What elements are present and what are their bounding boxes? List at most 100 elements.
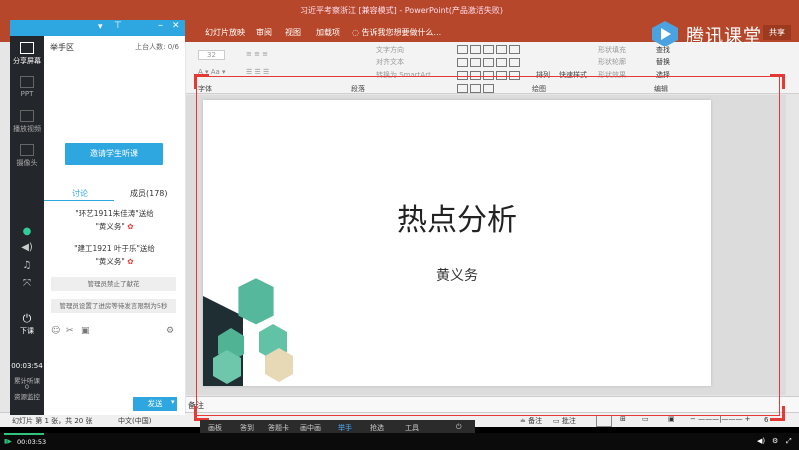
status-notes-label: 备注 <box>528 417 543 425</box>
class-tools-bar: 画板 答到 答题卡 画中画 举手 抢选 工具 ⏻ <box>200 420 475 434</box>
gift-message: "黄义务" ✿ <box>44 256 185 267</box>
share-screen-label: 分享屏幕 <box>13 57 41 65</box>
send-options-chevron-icon[interactable]: ▾ <box>171 398 175 406</box>
mic-icon[interactable]: ● <box>10 226 44 237</box>
power-icon[interactable]: ⏻ <box>456 423 462 432</box>
ppt-button[interactable]: PPT <box>10 76 44 98</box>
frame-corner-bl[interactable] <box>194 406 209 421</box>
window-title: 习近平考察浙江 [兼容模式] - PowerPoint(产品激活失败) <box>300 6 504 15</box>
status-comments-label: 批注 <box>561 417 576 425</box>
slideshow-view-icon[interactable]: ▣ <box>668 415 675 423</box>
tab-members[interactable]: 成员(178) <box>130 188 168 199</box>
camera-icon <box>20 144 34 156</box>
play-icon[interactable]: ▮▶ <box>4 438 12 445</box>
tool-pip[interactable]: 画中画 <box>300 423 321 433</box>
tool-pick[interactable]: 抢选 <box>370 423 384 433</box>
power-off-icon: ⏻ <box>22 312 32 325</box>
expand-icon[interactable]: ⤧ <box>10 278 44 289</box>
logo-play-icon <box>652 21 678 46</box>
close-icon[interactable]: ✕ <box>172 21 180 31</box>
tool-checkin[interactable]: 答到 <box>240 423 254 433</box>
panel-top-bar: ▾ ⊤ – ✕ <box>10 20 185 36</box>
message-line: "建工1921 叶于乐"送给 <box>74 244 155 253</box>
sorter-view-icon[interactable]: ⊞ <box>620 415 626 423</box>
normal-view-icon[interactable] <box>596 415 612 427</box>
message-line: "黄义务" <box>95 257 125 266</box>
invite-students-button[interactable]: 邀请学生听课 <box>65 143 163 165</box>
tell-me-search[interactable]: ◌ 告诉我您想要做什么... <box>352 27 441 38</box>
font-size-select[interactable]: 32 <box>198 50 225 60</box>
emoji-icon[interactable]: ☺ <box>51 326 60 336</box>
tool-raise-hand[interactable]: 举手 <box>338 423 352 433</box>
status-notes-button[interactable]: ≐ 备注 <box>520 416 542 426</box>
align-icons[interactable]: ≡ ≡ ≡ <box>246 50 268 58</box>
music-icon[interactable]: ♫ <box>10 260 44 271</box>
gift-message: "黄义务" ✿ <box>44 221 185 232</box>
raise-hand-area-label: 举手区 <box>50 43 74 52</box>
pin-icon[interactable]: ⊤ <box>114 21 122 31</box>
share-screen-button[interactable]: 分享屏幕 <box>10 42 44 66</box>
tool-answer-card[interactable]: 答题卡 <box>268 423 289 433</box>
tab-view[interactable]: 视图 <box>285 27 301 38</box>
camera-button[interactable]: 摄像头 <box>10 144 44 168</box>
zoom-slider[interactable]: − ———|——— + <box>690 415 751 423</box>
system-notice: 管理员设置了进房等待发言限制为5秒 <box>51 299 176 313</box>
gift-message: "建工1921 叶于乐"送给 <box>44 243 185 254</box>
scissors-icon[interactable]: ✂ <box>66 326 74 336</box>
teacher-sidebar: 分享屏幕 PPT 播放视频 摄像头 ● ◀) ♫ ⤧ ⏻ 下课 00:03:54… <box>10 36 44 415</box>
play-video-button[interactable]: 播放视频 <box>10 110 44 134</box>
end-class-label: 下课 <box>20 327 34 335</box>
video-icon <box>20 110 34 122</box>
end-class-button[interactable]: ⏻ 下课 <box>10 312 44 336</box>
tab-addins[interactable]: 加载项 <box>316 27 340 38</box>
chat-area: 举手区 上台人数: 0/6 邀请学生听课 讨论 成员(178) "环艺1911朱… <box>44 36 185 415</box>
tell-me-text: 告诉我您想要做什么... <box>361 28 442 37</box>
logo-text: 腾讯课堂 <box>686 26 762 47</box>
lightbulb-icon: ◌ <box>352 28 362 37</box>
tool-whiteboard[interactable]: 画板 <box>208 423 222 433</box>
flower-icon: ✿ <box>127 257 134 266</box>
message-line: "黄义务" <box>95 222 125 231</box>
ppt-label: PPT <box>20 90 34 98</box>
zoom-level[interactable]: 6 <box>764 416 768 424</box>
stage-count: 上台人数: 0/6 <box>135 43 179 51</box>
class-timer: 00:03:54 <box>11 362 43 370</box>
settings-gear-icon[interactable]: ⚙ <box>772 437 778 445</box>
text-direction-button[interactable]: 文字方向 <box>376 45 404 55</box>
gift-message: "环艺1911朱佳涛"送给 <box>44 208 185 219</box>
video-player-bar: ▮▶ 00:03:53 ◀) ⚙ ⤢ <box>0 433 799 450</box>
align-text-button[interactable]: 对齐文本 <box>376 57 404 67</box>
play-video-label: 播放视频 <box>13 125 41 133</box>
frame-corner-tl[interactable] <box>194 74 209 89</box>
share-screen-icon <box>20 42 34 54</box>
flower-icon: ✿ <box>127 222 134 231</box>
ppt-icon <box>20 76 34 88</box>
share-region-frame <box>196 76 780 416</box>
tab-underline <box>44 200 114 201</box>
status-comments-button[interactable]: ▭ 批注 <box>553 416 576 426</box>
tencent-class-logo: 腾讯课堂 <box>650 18 799 50</box>
frame-corner-tr[interactable] <box>770 74 785 89</box>
message-line: "环艺1911朱佳涛"送给 <box>75 209 154 218</box>
paragraph-icons[interactable]: ☰ ☰ ☰ <box>246 68 269 76</box>
tab-discussion[interactable]: 讨论 <box>72 188 88 199</box>
shape-outline-button[interactable]: 形状轮廓 <box>598 57 626 67</box>
image-icon[interactable]: ▣ <box>81 326 90 336</box>
tab-slideshow[interactable]: 幻灯片放映 <box>205 27 245 38</box>
tab-review[interactable]: 审阅 <box>256 27 272 38</box>
resource-monitor[interactable]: 资源监控 <box>10 391 44 401</box>
language-status[interactable]: 中文(中国) <box>118 416 151 426</box>
tool-tools[interactable]: 工具 <box>405 423 419 433</box>
minimize-icon[interactable]: – <box>158 20 163 31</box>
frame-corner-br[interactable] <box>770 406 785 421</box>
dropdown-icon[interactable]: ▾ <box>98 22 103 32</box>
speaker-icon[interactable]: ◀) <box>10 242 44 253</box>
playback-time: 00:03:53 <box>17 438 47 446</box>
volume-icon[interactable]: ◀) <box>757 437 765 445</box>
shape-fill-button[interactable]: 形状填充 <box>598 45 626 55</box>
settings-icon[interactable]: ⚙ <box>166 326 174 336</box>
fullscreen-icon[interactable]: ⤢ <box>786 437 792 446</box>
reading-view-icon[interactable]: ▭ <box>642 415 649 423</box>
playback-progress[interactable] <box>4 433 44 435</box>
replace-button[interactable]: 替换 <box>656 57 670 67</box>
